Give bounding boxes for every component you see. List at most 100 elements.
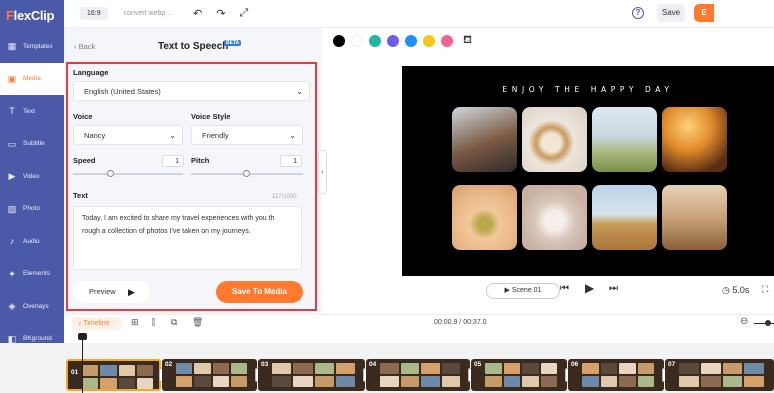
clip-thumbnail [136, 378, 153, 389]
canvas-title-text[interactable]: ENJOY THE HAPPY DAY [402, 85, 774, 94]
timeline-clip[interactable]: 02 [162, 359, 257, 391]
save-to-media-button[interactable]: Save To Media [216, 281, 303, 303]
clip-thumbnail [485, 376, 502, 387]
sidebar-item-label: Elements [23, 270, 51, 278]
color-swatch-blue[interactable] [405, 35, 417, 47]
save-button[interactable]: Save [657, 4, 685, 22]
sidebar-item-label: Overlays [23, 302, 49, 310]
preview-button[interactable]: Preview ▶ [73, 281, 150, 303]
clip-thumbnail [540, 376, 557, 387]
timeline-clip[interactable]: 01 [66, 359, 161, 391]
voice-style-select[interactable]: Friendly ⌄ [191, 125, 303, 145]
speech-text-area[interactable]: Today, I am excited to share my travel e… [73, 206, 302, 270]
sidebar-item-subtitle[interactable]: ▭ Subtitle [0, 128, 64, 161]
color-swatch-black[interactable] [333, 35, 345, 47]
sidebar-item-label: Audio [23, 237, 40, 245]
pitch-slider[interactable] [191, 170, 303, 177]
zoom-out-icon[interactable]: ⊖ [740, 316, 748, 327]
duplicate-icon[interactable]: ⧉ [171, 317, 177, 328]
sidebar-item-audio[interactable]: ♪ Audio [0, 225, 64, 258]
play-icon: ▶ [128, 287, 135, 297]
flexclip-logo[interactable]: FlexClip [0, 0, 64, 30]
skip-forward-icon[interactable]: ⏭ [609, 283, 618, 294]
voice-select[interactable]: Nancy ⌄ [73, 125, 183, 145]
subtitle-icon: ▭ [7, 138, 17, 149]
photo-friends-selfie[interactable] [452, 107, 517, 172]
timeline-clip[interactable]: 03 [258, 359, 365, 391]
photo-woman-sunset[interactable] [662, 107, 727, 172]
help-icon[interactable]: ? [632, 7, 644, 19]
sidebar-item-overlays[interactable]: ◈ Overlays [0, 290, 64, 323]
overlays-icon: ◈ [8, 301, 16, 312]
back-button[interactable]: ‹ Back [74, 42, 95, 51]
export-button[interactable]: E [694, 4, 714, 22]
fill-bucket-icon[interactable]: ⛾ [463, 34, 472, 48]
color-swatch-purple[interactable] [387, 35, 399, 47]
delete-icon[interactable]: 🗑 [192, 317, 203, 328]
play-icon[interactable]: ▶ [585, 281, 594, 295]
color-swatch-teal[interactable] [369, 35, 381, 47]
sidebar-item-label: Media [23, 75, 41, 83]
photo-coffee-cup[interactable] [522, 107, 587, 172]
photo-girl-with-hat[interactable] [592, 107, 657, 172]
zoom-slider-handle[interactable] [765, 320, 771, 326]
timeline-tab[interactable]: ♪ Timeline [72, 317, 122, 330]
photo-pear[interactable] [452, 185, 517, 250]
clip-thumbnail [194, 376, 211, 387]
project-name[interactable]: convert webp ... [124, 10, 173, 17]
clip-thumbnail [485, 363, 502, 374]
language-select[interactable]: English (United States) ⌄ [73, 81, 310, 101]
color-swatch-white[interactable] [351, 35, 363, 47]
skip-back-icon[interactable]: ⏮ [560, 283, 569, 294]
undo-icon[interactable]: ↶ [193, 7, 202, 20]
clip-thumbnail [503, 376, 520, 387]
add-scene-icon[interactable]: ⊞ [131, 317, 139, 328]
timeline-clip[interactable]: 07 [665, 359, 774, 391]
duration-display[interactable]: ◷ 5.0s [722, 285, 749, 296]
clip-thumbnail [744, 376, 764, 387]
clip-thumbnail [637, 376, 654, 387]
speed-value[interactable]: 1 [162, 155, 184, 167]
fullscreen-preview-icon[interactable]: ⛶ [762, 284, 768, 295]
sidebar-item-photo[interactable]: ▨ Photo [0, 193, 64, 226]
playhead[interactable] [82, 333, 83, 393]
clip-number: 07 [668, 361, 676, 368]
clip-thumbnail [679, 376, 699, 387]
split-icon[interactable]: ⫿ [152, 317, 155, 328]
fullscreen-icon[interactable]: ⤢ [239, 7, 248, 20]
audio-icon: ♪ [9, 236, 15, 247]
color-swatch-pink[interactable] [441, 35, 453, 47]
sidebar-item-text[interactable]: T Text [0, 95, 64, 128]
speed-slider[interactable] [73, 170, 183, 177]
aspect-ratio-button[interactable]: 16:9 [80, 7, 108, 20]
playhead-handle[interactable] [78, 333, 87, 340]
pitch-slider-handle[interactable] [243, 170, 250, 177]
timeline-clip[interactable]: 04 [366, 359, 470, 391]
pitch-value[interactable]: 1 [280, 155, 302, 167]
sidebar-item-media[interactable]: ▣ Media [0, 62, 64, 95]
clip-thumbnail [100, 378, 117, 389]
clip-thumbnail [582, 363, 599, 374]
redo-icon[interactable]: ↷ [216, 7, 225, 20]
sidebar-item-video[interactable]: ▶ Video [0, 160, 64, 193]
timeline-clip[interactable]: 06 [568, 359, 664, 391]
photo-deer[interactable] [662, 185, 727, 250]
color-swatch-yellow[interactable] [423, 35, 435, 47]
clip-thumbnail [82, 365, 99, 376]
speed-slider-handle[interactable] [107, 170, 114, 177]
clip-thumbnail [272, 376, 292, 387]
clip-thumbnail [722, 363, 743, 374]
photo-field-hut[interactable] [592, 185, 657, 250]
photo-white-sculpture[interactable] [522, 185, 587, 250]
timeline-clip[interactable]: 05 [471, 359, 567, 391]
scene-selector[interactable]: ▶ Scene 01 [486, 283, 560, 299]
zoom-slider[interactable] [754, 323, 774, 324]
collapse-panel-handle[interactable]: ‹ [318, 150, 327, 194]
clip-thumbnail [335, 376, 355, 387]
clip-thumbnail [314, 376, 334, 387]
sidebar-item-elements[interactable]: ✦ Elements [0, 258, 64, 291]
sidebar-item-templates[interactable]: ▦ Templates [0, 30, 64, 63]
clip-thumbnail [744, 363, 764, 374]
video-canvas[interactable]: ENJOY THE HAPPY DAY [402, 66, 774, 276]
sidebar-item-label: Video [23, 172, 40, 180]
